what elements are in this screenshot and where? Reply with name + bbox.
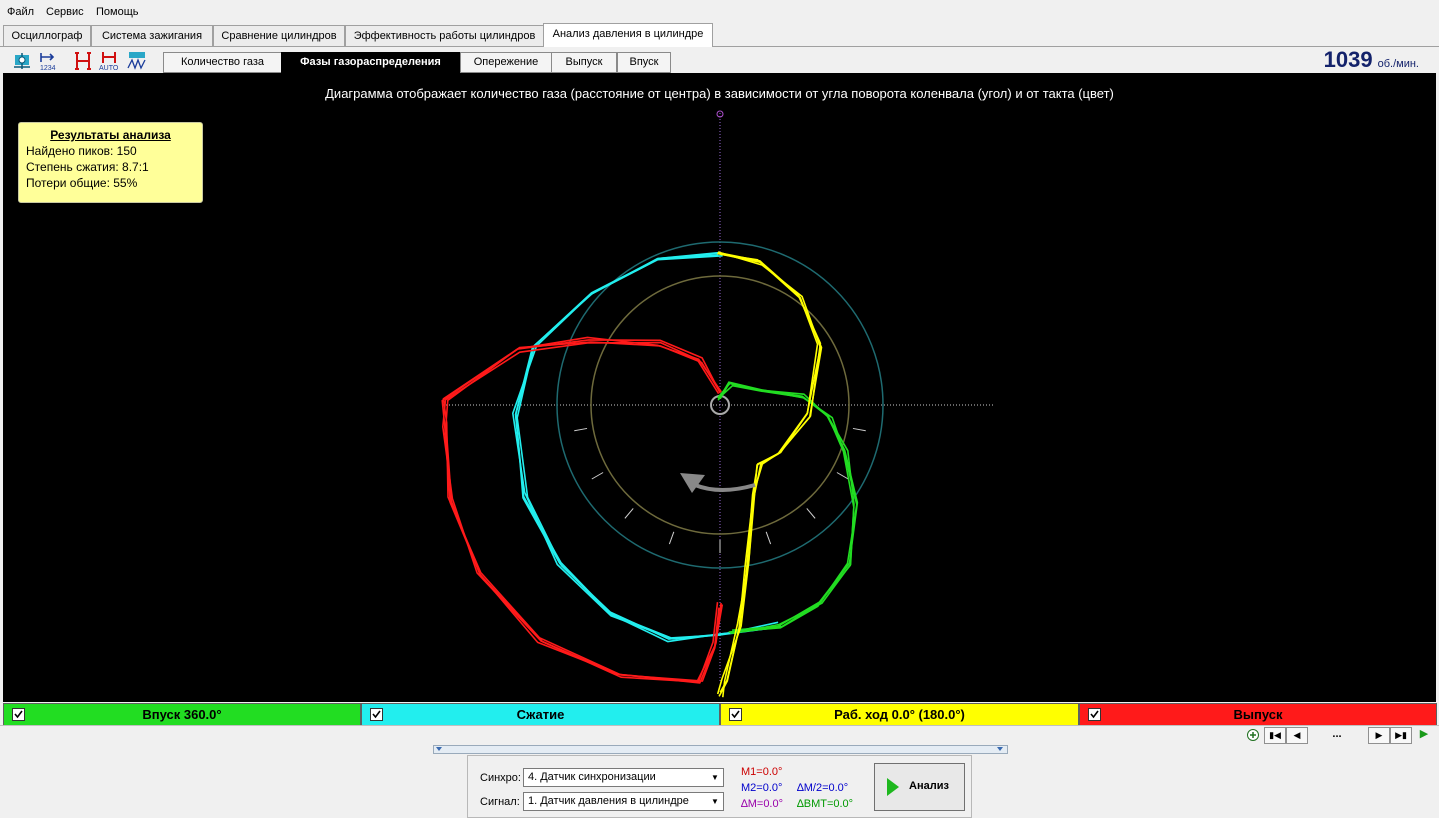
compression-stroke-curve (514, 252, 779, 639)
first-page-icon[interactable]: ▮◀ (1264, 727, 1286, 744)
marker-dbmt: ∆ВМТ=0.0° (797, 798, 854, 810)
menu-file[interactable]: Файл (7, 6, 34, 18)
rotation-arrow-head (680, 473, 705, 493)
marker-m1: M1=0.0° (741, 766, 783, 778)
signal-select[interactable]: 1. Датчик давления в цилиндре ▼ (523, 792, 724, 811)
play-icon[interactable]: ▶ (1414, 727, 1434, 742)
signal-label: Сигнал: (480, 796, 520, 808)
svg-text:AUTO: AUTO (99, 65, 119, 72)
tab-pressure-analysis[interactable]: Анализ давления в цилиндре (543, 23, 713, 47)
exhaust-stroke-curve (445, 341, 722, 684)
next-page-icon[interactable]: ▶ (1368, 727, 1390, 744)
tab-valve-timing[interactable]: Фазы газораспределения (281, 52, 460, 73)
sync-select-value: 4. Датчик синхронизации (528, 771, 656, 783)
angle-tick (668, 531, 675, 545)
rpm-unit: об./мин. (1377, 58, 1419, 70)
last-page-icon[interactable]: ▶▮ (1390, 727, 1412, 744)
prev-page-icon[interactable]: ◀ (1286, 727, 1308, 744)
stroke-exhaust[interactable]: Выпуск (1079, 703, 1437, 726)
navigation-bar: ▮◀ ◀ ... ▶ ▶▮ ▶ (0, 725, 1439, 744)
analyze-button-label: Анализ (909, 780, 949, 792)
intake-checkbox[interactable] (12, 708, 25, 721)
polar-diagram (441, 110, 995, 698)
chevron-down-icon: ▼ (711, 797, 719, 806)
rpm-display: 1039 об./мин. (1324, 47, 1419, 73)
rotation-arrow-icon (680, 473, 756, 493)
curves (441, 251, 859, 698)
exhaust-stroke-curve (441, 336, 724, 682)
compression-stroke-curve (511, 254, 780, 640)
stroke-compression[interactable]: Сжатие (361, 703, 720, 726)
exhaust-stroke-curve (442, 341, 720, 683)
angle-tick (765, 531, 772, 545)
marker-dm2: ∆M/2=0.0° (797, 782, 849, 794)
exhaust-checkbox[interactable] (1088, 708, 1101, 721)
angle-tick (574, 427, 588, 432)
svg-text:1234: 1234 (40, 65, 56, 72)
stroke-power-label: Раб. ход 0.0° (180.0°) (834, 707, 965, 722)
sync-label: Синхро: (480, 772, 521, 784)
tab-cylinder-compare[interactable]: Сравнение цилиндров (213, 25, 345, 46)
markers-icon[interactable] (72, 50, 94, 72)
stroke-compression-label: Сжатие (516, 707, 565, 722)
results-losses: Потери общие: 55% (26, 176, 138, 190)
angle-tick (624, 508, 634, 519)
panel-splitter[interactable] (433, 745, 1008, 754)
numbers-icon[interactable]: 1234 (37, 50, 59, 72)
menu-bar: Файл Сервис Помощь (0, 0, 1439, 24)
tab-intake[interactable]: Впуск (617, 52, 671, 73)
tab-gas-amount[interactable]: Количество газа (163, 52, 282, 73)
compression-stroke-curve (515, 255, 778, 643)
tab-ignition[interactable]: Система зажигания (91, 25, 213, 46)
marker-dm: ∆M=0.0° (741, 798, 784, 810)
stroke-exhaust-label: Выпуск (1233, 707, 1283, 722)
rpm-value: 1039 (1323, 47, 1373, 72)
stroke-intake[interactable]: Впуск 360.0° (3, 703, 361, 726)
play-icon (887, 778, 899, 796)
plot-caption: Диаграмма отображает количество газа (ра… (325, 86, 1114, 101)
cursor-icon[interactable] (11, 50, 33, 72)
angle-tick (591, 472, 604, 480)
results-peaks: Найдено пиков: 150 (26, 144, 137, 158)
signal-select-value: 1. Датчик давления в цилиндре (528, 795, 689, 807)
compression-checkbox[interactable] (370, 708, 383, 721)
angle-tick (852, 427, 866, 432)
auto-markers-icon[interactable]: AUTO (98, 50, 120, 72)
polar-plot[interactable]: Диаграмма отображает количество газа (ра… (3, 73, 1436, 702)
intake-stroke-curve (719, 382, 858, 633)
tab-oscilloscope[interactable]: Осциллограф (3, 25, 91, 46)
page-position: ... (1332, 728, 1342, 740)
results-title: Результаты анализа (50, 128, 171, 142)
angle-tick (836, 472, 849, 480)
marker-m2: M2=0.0° (741, 782, 783, 794)
menu-help[interactable]: Помощь (96, 6, 139, 18)
chevron-down-icon: ▼ (711, 773, 719, 782)
waveform-icon[interactable] (126, 50, 148, 72)
rotation-arrow-body (694, 483, 756, 492)
exhaust-stroke-curve (442, 339, 721, 683)
sync-select[interactable]: 4. Датчик синхронизации ▼ (523, 768, 724, 787)
power-checkbox[interactable] (729, 708, 742, 721)
tab-cylinder-efficiency[interactable]: Эффективность работы цилиндров (345, 25, 544, 46)
analyze-button[interactable]: Анализ (874, 763, 965, 811)
analysis-panel: Синхро: 4. Датчик синхронизации ▼ Сигнал… (467, 755, 972, 818)
stroke-intake-label: Впуск 360.0° (142, 707, 222, 722)
menu-service[interactable]: Сервис (46, 6, 84, 18)
tab-advance[interactable]: Опережение (460, 52, 552, 73)
intake-stroke-curve (716, 382, 859, 631)
angle-tick (806, 508, 816, 519)
main-tabs: Осциллограф Система зажигания Сравнение … (0, 23, 1439, 47)
results-box: Результаты анализа Найдено пиков: 150 Ст… (18, 122, 203, 203)
compression-stroke-curve (516, 251, 782, 640)
zoom-in-icon[interactable] (1246, 727, 1260, 742)
tab-exhaust[interactable]: Выпуск (551, 52, 617, 73)
stroke-power[interactable]: Раб. ход 0.0° (180.0°) (720, 703, 1079, 726)
results-compression: Степень сжатия: 8.7:1 (26, 160, 149, 174)
